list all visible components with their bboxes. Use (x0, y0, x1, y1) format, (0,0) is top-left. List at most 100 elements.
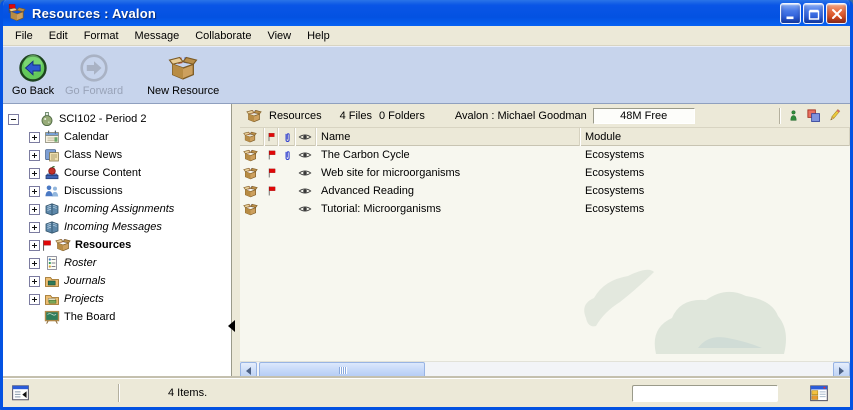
column-module[interactable]: Module (580, 128, 850, 146)
tree-item-sci102-period-2[interactable]: SCI102 - Period 2 (3, 110, 231, 128)
table-row[interactable]: Web site for microorganisms Ecosystems (240, 164, 850, 182)
tree-item-course-content[interactable]: Course Content (3, 164, 231, 182)
table-row[interactable]: Advanced Reading Ecosystems (240, 182, 850, 200)
chevron-right-icon (839, 367, 844, 375)
layers-icon[interactable] (806, 108, 821, 123)
table-header: Name Module (240, 128, 850, 146)
column-name[interactable]: Name (316, 128, 580, 146)
horizontal-scrollbar[interactable] (240, 361, 850, 378)
tree-item-calendar[interactable]: Calendar (3, 128, 231, 146)
eye-icon (295, 166, 316, 180)
column-item-icon[interactable] (240, 128, 264, 146)
panel-title: Resources (269, 110, 322, 122)
chalkboard-icon (44, 309, 60, 325)
go-forward-icon (79, 52, 109, 83)
table-row[interactable]: Tutorial: Microorganisms Ecosystems (240, 200, 850, 218)
scroll-left-button[interactable] (240, 362, 257, 378)
expand-expander-icon[interactable] (29, 258, 40, 269)
flag-icon (264, 167, 278, 179)
go-back-icon (18, 52, 48, 83)
expand-expander-icon[interactable] (29, 186, 40, 197)
open-box-icon (240, 202, 264, 217)
tree-item-the-board[interactable]: The Board (3, 308, 231, 326)
projects-folder-icon (44, 291, 60, 307)
open-box-icon (240, 184, 264, 199)
go-forward-button[interactable]: Go Forward (65, 52, 123, 97)
status-bar: 4 Items. (3, 378, 850, 407)
edit-pencil-icon[interactable] (827, 108, 842, 123)
free-space-gauge: 48M Free (593, 108, 695, 124)
column-flag-icon[interactable] (264, 128, 278, 146)
expand-expander-icon[interactable] (29, 204, 40, 215)
item-name[interactable]: Web site for microorganisms (316, 167, 580, 179)
tree-item-roster[interactable]: Roster (3, 254, 231, 272)
collapse-expander-icon[interactable] (8, 114, 19, 125)
class-news-icon (44, 147, 60, 163)
go-back-button[interactable]: Go Back (11, 52, 55, 97)
tree-item-journals[interactable]: Journals (3, 272, 231, 290)
item-name[interactable]: Advanced Reading (316, 185, 580, 197)
flag-icon (264, 185, 278, 197)
roster-icon (44, 255, 60, 271)
column-paperclip-icon[interactable] (278, 128, 295, 146)
app-window: Resources : Avalon File Edit Format Mess… (0, 0, 853, 410)
incoming-assignments-icon (44, 201, 60, 217)
expand-expander-icon[interactable] (29, 132, 40, 143)
menu-message[interactable]: Message (127, 28, 188, 44)
item-name[interactable]: Tutorial: Microorganisms (316, 203, 580, 215)
menu-collaborate[interactable]: Collaborate (187, 28, 259, 44)
item-module: Ecosystems (580, 167, 850, 179)
minimize-button[interactable] (780, 3, 801, 24)
menu-view[interactable]: View (259, 28, 299, 44)
toggle-list-pane-icon[interactable] (11, 384, 30, 402)
discussions-icon (44, 183, 60, 199)
window-title: Resources : Avalon (32, 6, 780, 21)
menu-format[interactable]: Format (76, 28, 127, 44)
new-resource-label: New Resource (147, 85, 219, 97)
folders-count: 0 Folders (379, 110, 425, 122)
window-box-flag-icon (8, 5, 26, 23)
new-resource-button[interactable]: New Resource (147, 52, 219, 97)
statusbar-separator (118, 384, 120, 402)
collapse-panel-arrow-icon[interactable] (228, 320, 235, 332)
items-count: 4 Items. (168, 387, 207, 399)
menu-edit[interactable]: Edit (41, 28, 76, 44)
title-bar[interactable]: Resources : Avalon (0, 0, 853, 29)
expand-expander-icon[interactable] (29, 276, 40, 287)
item-name[interactable]: The Carbon Cycle (316, 149, 580, 161)
expand-expander-icon[interactable] (29, 294, 40, 305)
tree-item-class-news[interactable]: Class News (3, 146, 231, 164)
maximize-button[interactable] (803, 3, 824, 24)
table-row[interactable]: The Carbon Cycle Ecosystems (240, 146, 850, 164)
files-count: 4 Files (340, 110, 372, 122)
scroll-right-button[interactable] (833, 362, 850, 378)
tree-item-discussions[interactable]: Discussions (3, 182, 231, 200)
tree-item-incoming-assignments[interactable]: Incoming Assignments (3, 200, 231, 218)
account-label: Avalon : Michael Goodman (455, 110, 587, 122)
new-resource-icon (168, 52, 198, 83)
scrollbar-thumb[interactable] (259, 362, 425, 378)
eye-icon (295, 202, 316, 216)
panel-splitter[interactable] (233, 104, 240, 378)
expand-expander-icon[interactable] (29, 240, 40, 251)
tree-item-projects[interactable]: Projects (3, 290, 231, 308)
open-box-icon (55, 237, 71, 253)
expand-expander-icon[interactable] (29, 222, 40, 233)
scrollbar-track[interactable] (257, 362, 833, 378)
tree-item-resources[interactable]: Resources (3, 236, 231, 254)
expand-expander-icon[interactable] (29, 150, 40, 161)
column-eye-icon[interactable] (295, 128, 316, 146)
flag-icon (41, 239, 54, 252)
toggle-panel-view-icon[interactable] (809, 384, 829, 403)
toolbar: Go Back Go Forward New Resource (3, 46, 850, 104)
eye-icon (295, 184, 316, 198)
open-box-icon (240, 166, 264, 181)
member-icon[interactable] (787, 108, 800, 123)
menu-file[interactable]: File (7, 28, 41, 44)
folder-tree-panel: SCI102 - Period 2 Calendar Class News Co… (3, 104, 232, 378)
tree-item-incoming-messages[interactable]: Incoming Messages (3, 218, 231, 236)
close-button[interactable] (826, 3, 847, 24)
menu-help[interactable]: Help (299, 28, 338, 44)
eye-icon (295, 148, 316, 162)
expand-expander-icon[interactable] (29, 168, 40, 179)
